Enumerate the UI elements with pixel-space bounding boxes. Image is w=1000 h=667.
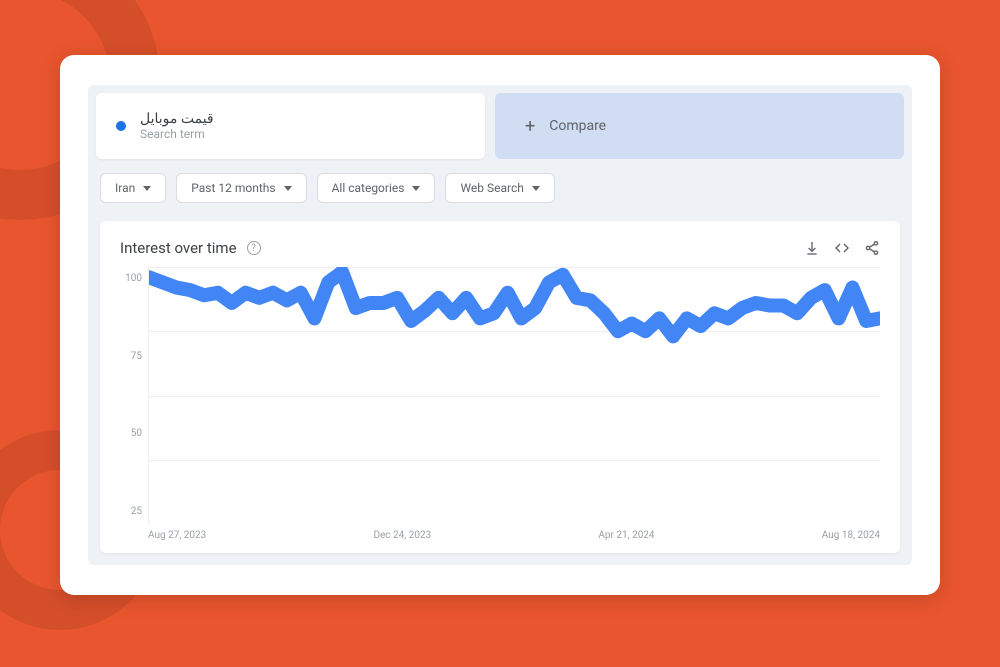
chart-actions [804,240,880,256]
search-term-subtitle: Search term [140,127,214,141]
chart-area: 100 75 50 25 Aug 27, 2023 Dec 24, 2023 Apr 21… [120,267,880,541]
share-icon[interactable] [864,240,880,256]
plot-wrap: Aug 27, 2023 Dec 24, 2023 Apr 21, 2024 Aug … [148,267,880,541]
chart-card: Interest over time ? [100,221,900,553]
plot [148,267,880,524]
x-tick: Aug 18, 2024 [822,530,880,541]
chevron-down-icon [532,186,540,191]
chart-title: Interest over time [120,239,237,257]
y-tick: 75 [120,351,142,362]
x-tick: Aug 27, 2023 [148,530,206,541]
download-icon[interactable] [804,240,820,256]
x-tick: Apr 21, 2024 [598,530,654,541]
filter-time-label: Past 12 months [191,181,275,195]
search-term-text: قیمت موبایل Search term [140,111,214,141]
y-axis: 100 75 50 25 [120,267,148,541]
search-term-title: قیمت موبایل [140,111,214,127]
y-tick: 25 [120,506,142,517]
chevron-down-icon [412,186,420,191]
filter-type[interactable]: Web Search [445,173,554,203]
chart-title-wrap: Interest over time ? [120,239,261,257]
chevron-down-icon [143,186,151,191]
filter-time[interactable]: Past 12 months [176,173,306,203]
embed-icon[interactable] [834,240,850,256]
filter-type-label: Web Search [460,181,523,195]
x-axis: Aug 27, 2023 Dec 24, 2023 Apr 21, 2024 Aug … [148,524,880,541]
x-tick: Dec 24, 2023 [373,530,431,541]
compare-button[interactable]: + Compare [495,93,904,159]
compare-label: Compare [549,118,606,134]
search-term-card[interactable]: قیمت موبایل Search term [96,93,485,159]
filter-row: Iran Past 12 months All categories Web S… [88,167,912,215]
y-tick: 100 [120,273,142,284]
filter-category-label: All categories [332,181,405,195]
chevron-down-icon [284,186,292,191]
search-compare-row: قیمت موبایل Search term + Compare [88,85,912,167]
y-tick: 50 [120,428,142,439]
chart-line [149,267,880,524]
series-color-dot-icon [116,121,126,131]
help-icon[interactable]: ? [247,241,261,255]
filter-region-label: Iran [115,181,135,195]
content-panel: قیمت موبایل Search term + Compare Iran P… [88,85,912,565]
chart-header: Interest over time ? [120,239,880,257]
app-frame: قیمت موبایل Search term + Compare Iran P… [60,55,940,595]
plus-icon: + [525,116,535,137]
filter-region[interactable]: Iran [100,173,166,203]
filter-category[interactable]: All categories [317,173,436,203]
